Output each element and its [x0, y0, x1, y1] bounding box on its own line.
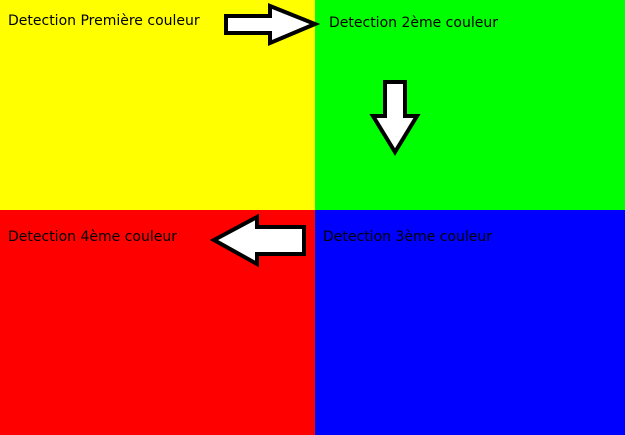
quadrant-second-color: Detection 2ème couleur: [315, 0, 625, 210]
quadrant-fourth-color-label: Detection 4ème couleur: [8, 229, 177, 245]
arrow-down-icon: [369, 80, 421, 156]
arrow-right-shape: [224, 3, 321, 47]
arrow-left-shape: [209, 213, 306, 268]
arrow-down-shape: [369, 80, 421, 156]
arrow-left-icon: [209, 213, 306, 268]
quadrant-third-color-label: Detection 3ème couleur: [323, 229, 492, 245]
quadrant-first-color-label: Detection Première couleur: [8, 13, 200, 29]
quadrant-second-color-label: Detection 2ème couleur: [329, 15, 498, 31]
quadrant-third-color: Detection 3ème couleur: [315, 210, 625, 435]
arrow-right-icon: [224, 3, 321, 47]
